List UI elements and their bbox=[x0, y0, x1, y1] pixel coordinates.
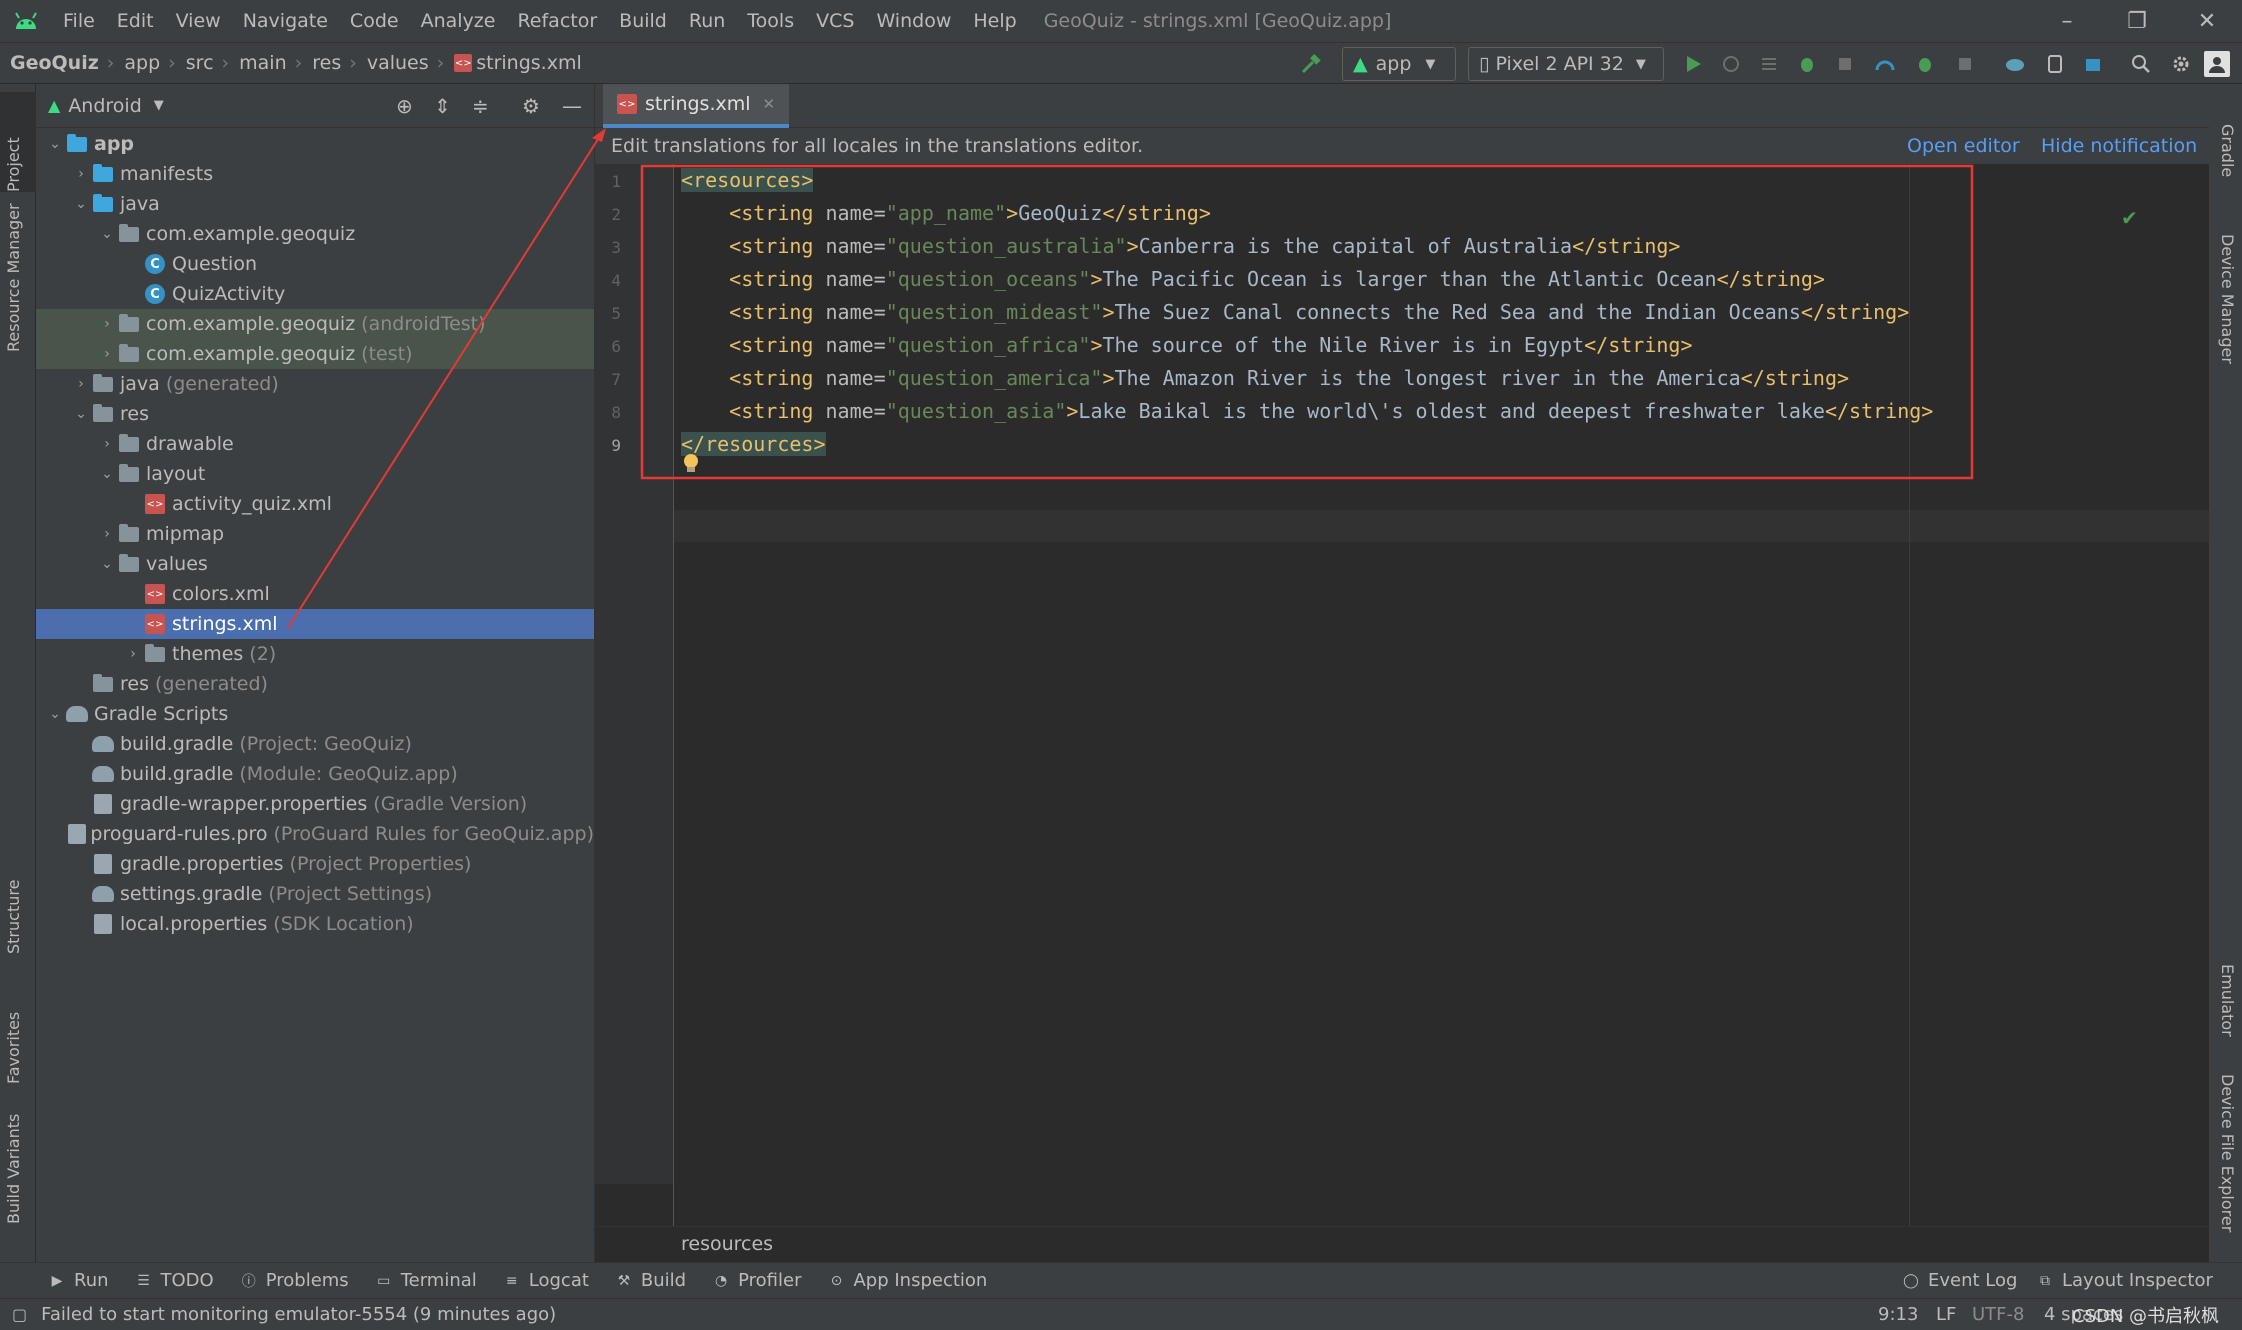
app-inspection-icon: ⊙ bbox=[827, 1273, 845, 1289]
file-encoding[interactable]: UTF-8 bbox=[1972, 1304, 2024, 1325]
status-message[interactable]: Failed to start monitoring emulator-5554… bbox=[41, 1304, 556, 1325]
annotation-highlight-box bbox=[642, 166, 1972, 478]
tool-todo[interactable]: ☰TODO bbox=[135, 1270, 214, 1291]
tool-logcat[interactable]: ≡Logcat bbox=[503, 1270, 589, 1291]
tool-terminal[interactable]: ▭Terminal bbox=[375, 1270, 477, 1291]
tool-problems[interactable]: ⓘProblems bbox=[240, 1270, 349, 1291]
line-separator[interactable]: LF bbox=[1936, 1304, 1956, 1325]
todo-icon: ☰ bbox=[135, 1273, 153, 1289]
tool-layout-inspector[interactable]: ⧉Layout Inspector bbox=[2036, 1270, 2213, 1291]
csdn-watermark: CSDN @书启秋枫 bbox=[2072, 1302, 2219, 1328]
build-icon: ⚒ bbox=[615, 1273, 633, 1289]
problems-icon: ⓘ bbox=[240, 1273, 258, 1289]
event-log-icon: ◯ bbox=[1902, 1273, 1920, 1289]
terminal-icon: ▭ bbox=[375, 1273, 393, 1289]
tool-run[interactable]: ▶Run bbox=[48, 1270, 109, 1291]
status-toggle-icon[interactable]: ▢ bbox=[12, 1305, 27, 1324]
tool-build[interactable]: ⚒Build bbox=[615, 1270, 686, 1291]
caret-position[interactable]: 9:13 bbox=[1878, 1304, 1918, 1325]
logcat-icon: ≡ bbox=[503, 1273, 521, 1289]
tool-app-inspection[interactable]: ⊙App Inspection bbox=[827, 1270, 987, 1291]
run-icon: ▶ bbox=[48, 1273, 66, 1289]
annotation-overlay bbox=[0, 0, 2242, 1330]
tool-profiler[interactable]: ◔Profiler bbox=[712, 1270, 801, 1291]
status-bar: ▢ Failed to start monitoring emulator-55… bbox=[0, 1298, 2242, 1330]
annotation-arrow-head bbox=[592, 128, 606, 142]
bottom-tool-window-bar: ▶Run ☰TODO ⓘProblems ▭Terminal ≡Logcat ⚒Build… bbox=[0, 1262, 2242, 1298]
layout-inspector-icon: ⧉ bbox=[2036, 1273, 2054, 1289]
annotation-arrow-line bbox=[288, 136, 600, 628]
profiler-icon: ◔ bbox=[712, 1273, 730, 1289]
tool-event-log[interactable]: ◯Event Log bbox=[1902, 1270, 2017, 1291]
